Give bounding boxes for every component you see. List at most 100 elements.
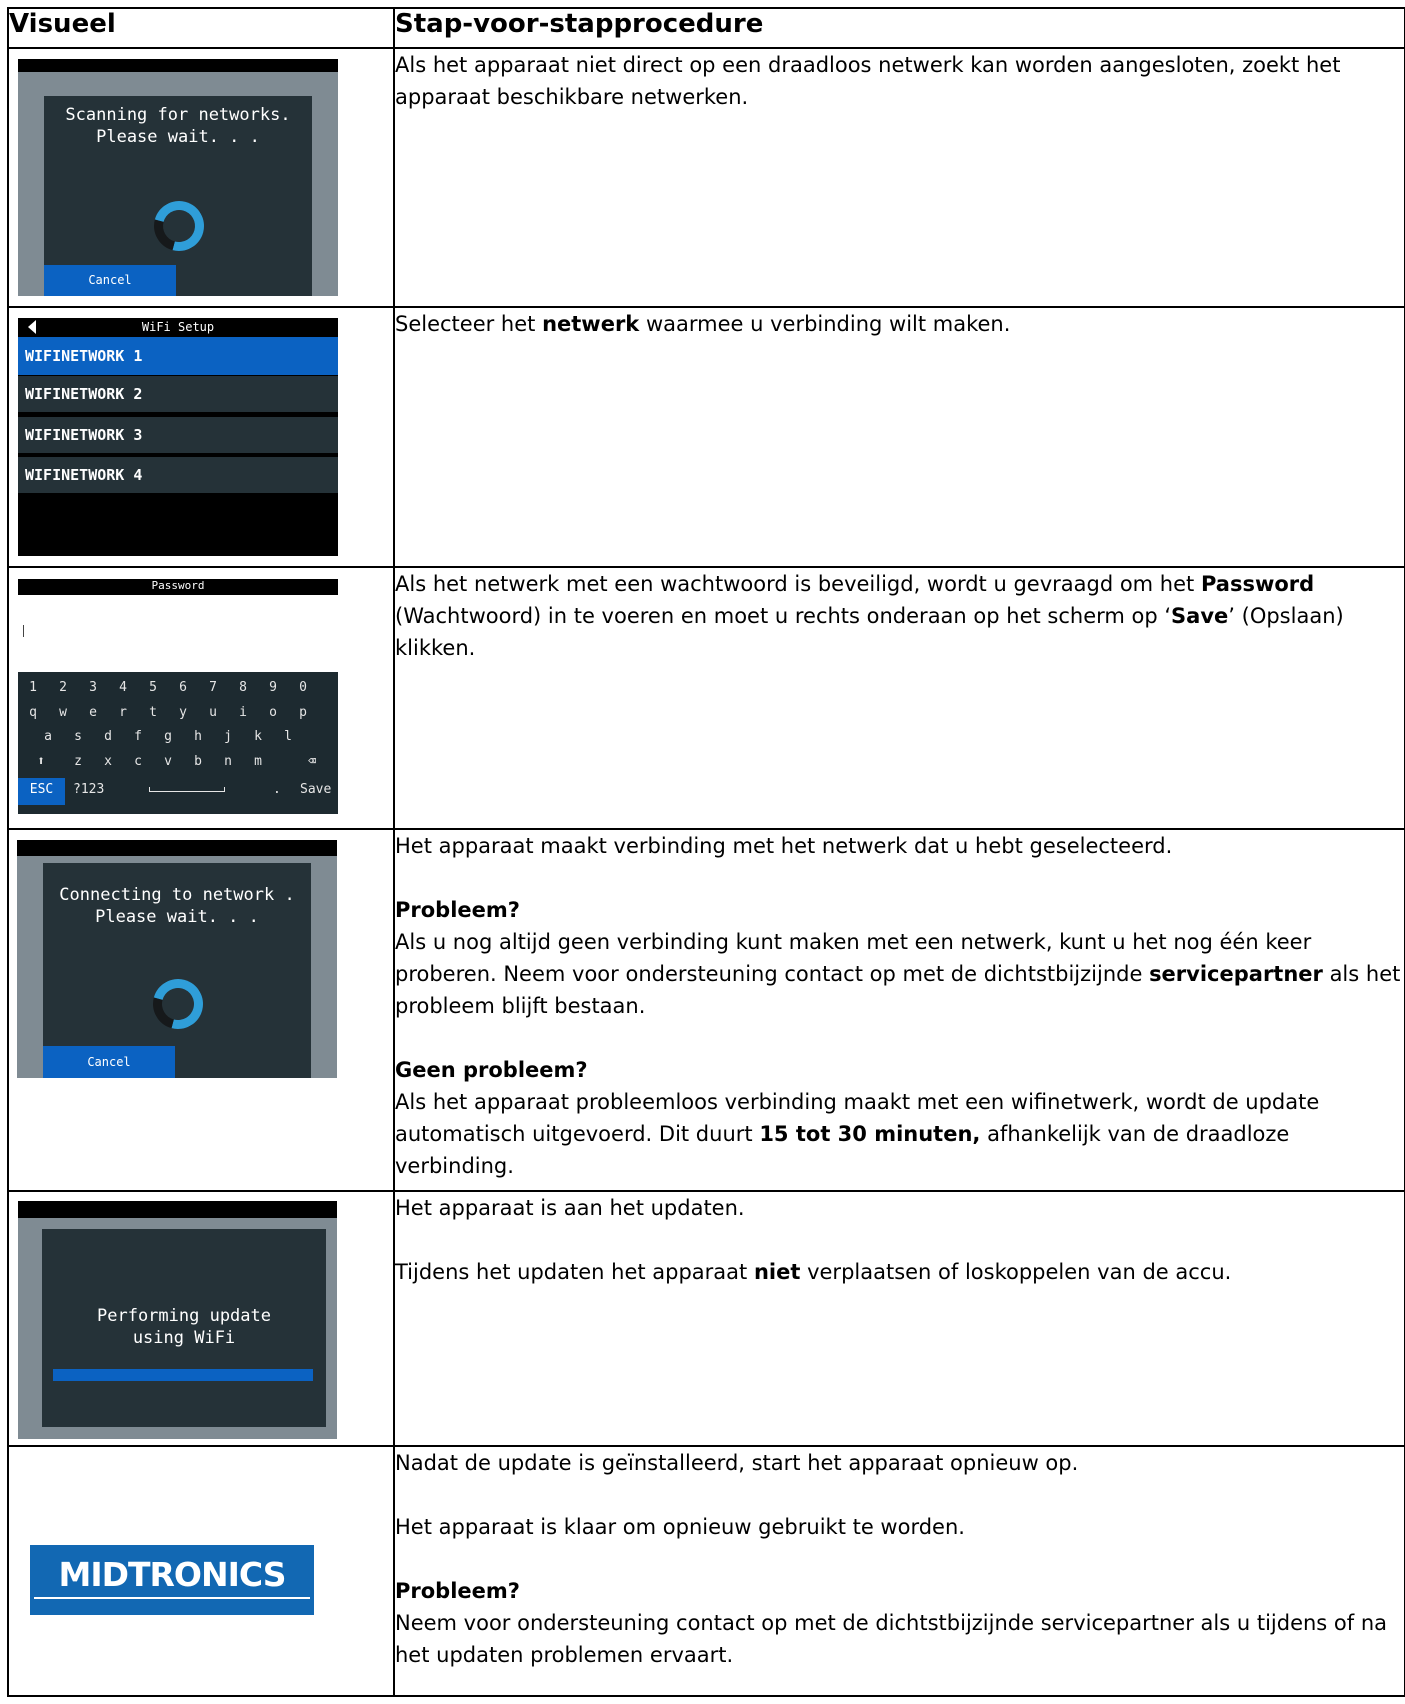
step-text: Het apparaat is aan het updaten. bbox=[395, 1196, 745, 1220]
key-8[interactable]: 8 bbox=[228, 677, 258, 699]
key-6[interactable]: 6 bbox=[168, 677, 198, 699]
text-part: waarmee u verbinding wilt maken. bbox=[639, 312, 1011, 336]
problem-block: Probleem? Neem voor ondersteuning contact… bbox=[395, 1575, 1404, 1671]
table-row: Password 1234567890 qwertyuiop asdfghjkl… bbox=[7, 566, 1405, 830]
connecting-screen: Connecting to network . Please wait. . .… bbox=[17, 840, 337, 1078]
update-progress-bar bbox=[53, 1369, 313, 1381]
key-k[interactable]: k bbox=[243, 726, 273, 748]
key-9[interactable]: 9 bbox=[258, 677, 288, 699]
key-x[interactable]: x bbox=[93, 751, 123, 773]
key-e[interactable]: e bbox=[78, 702, 108, 724]
key-d[interactable]: d bbox=[93, 726, 123, 748]
network-item[interactable]: WIFINETWORK 2 bbox=[18, 376, 338, 412]
space-key[interactable] bbox=[149, 787, 225, 792]
dot-key[interactable]: . bbox=[273, 778, 281, 802]
midtronics-logo: MIDTRONICS bbox=[30, 1545, 314, 1615]
problem-heading: Probleem? bbox=[395, 898, 520, 922]
key-h[interactable]: h bbox=[183, 726, 213, 748]
key-g[interactable]: g bbox=[153, 726, 183, 748]
wifi-setup-title: WiFi Setup bbox=[141, 320, 215, 334]
key-c[interactable]: c bbox=[123, 751, 153, 773]
scanning-message-line2: Please wait. . . bbox=[96, 127, 260, 147]
esc-key[interactable]: ESC bbox=[18, 778, 65, 805]
connecting-message-line1: Connecting to network . bbox=[59, 885, 295, 905]
shift-arrow-icon[interactable]: ⬆ bbox=[26, 751, 56, 773]
key-1[interactable]: 1 bbox=[18, 677, 48, 699]
key-p[interactable]: p bbox=[288, 702, 318, 724]
text-bold: 15 tot 30 minuten, bbox=[759, 1122, 981, 1146]
updating-message-line1: Performing update bbox=[97, 1306, 271, 1326]
symbols-key[interactable]: ?123 bbox=[73, 778, 104, 802]
key-o[interactable]: o bbox=[258, 702, 288, 724]
key-q[interactable]: q bbox=[18, 702, 48, 724]
keyboard-row-2: asdfghjkl bbox=[18, 726, 338, 748]
key-t[interactable]: t bbox=[138, 702, 168, 724]
updating-dialog: Performing update using WiFi bbox=[42, 1229, 326, 1427]
backspace-icon[interactable]: ⌫ bbox=[297, 751, 327, 773]
text-bold: niet bbox=[753, 1260, 801, 1284]
save-button[interactable]: Save bbox=[300, 778, 331, 802]
network-item[interactable]: WIFINETWORK 1 bbox=[18, 337, 338, 375]
logo-text: MIDTRONICS bbox=[58, 1555, 287, 1594]
key-3[interactable]: 3 bbox=[78, 677, 108, 699]
on-screen-keyboard: 1234567890 qwertyuiop asdfghjkl zxcvbnm … bbox=[18, 672, 338, 814]
key-0[interactable]: 0 bbox=[288, 677, 318, 699]
key-i[interactable]: i bbox=[228, 702, 258, 724]
text-bold: netwerk bbox=[542, 312, 640, 336]
key-z[interactable]: z bbox=[63, 751, 93, 773]
procedure-cell: Selecteer het netwerk waarmee u verbindi… bbox=[393, 306, 1405, 568]
visual-cell: WiFi Setup WIFINETWORK 1 WIFINETWORK 2 W… bbox=[7, 306, 395, 568]
keyboard-row-3: zxcvbnm bbox=[18, 751, 338, 773]
cancel-button[interactable]: Cancel bbox=[44, 265, 176, 296]
step-text: Nadat de update is geïnstalleerd, start … bbox=[395, 1451, 1079, 1475]
procedure-table: Visueel Stap-voor-stapprocedure Scanning… bbox=[7, 7, 1405, 1697]
visual-cell: Password 1234567890 qwertyuiop asdfghjkl… bbox=[7, 566, 395, 830]
key-l[interactable]: l bbox=[273, 726, 303, 748]
updating-screen: Performing update using WiFi bbox=[18, 1201, 337, 1439]
procedure-cell: Als het apparaat niet direct op een draa… bbox=[393, 47, 1405, 308]
password-title: Password bbox=[18, 579, 338, 595]
key-m[interactable]: m bbox=[243, 751, 273, 773]
keyboard-row-numbers: 1234567890 bbox=[18, 677, 338, 699]
screen-top-bar bbox=[17, 840, 337, 856]
text-part: Tijdens het updaten het apparaat bbox=[395, 1260, 754, 1284]
step-text: Het apparaat is klaar om opnieuw gebruik… bbox=[395, 1515, 965, 1539]
visual-cell: Performing update using WiFi bbox=[7, 1190, 395, 1447]
key-u[interactable]: u bbox=[198, 702, 228, 724]
key-2[interactable]: 2 bbox=[48, 677, 78, 699]
key-s[interactable]: s bbox=[63, 726, 93, 748]
key-n[interactable]: n bbox=[213, 751, 243, 773]
cancel-button[interactable]: Cancel bbox=[43, 1046, 175, 1078]
visual-cell: MIDTRONICS bbox=[7, 1445, 395, 1697]
key-7[interactable]: 7 bbox=[198, 677, 228, 699]
key-v[interactable]: v bbox=[153, 751, 183, 773]
visual-cell: Connecting to network . Please wait. . .… bbox=[7, 828, 395, 1192]
step-text: Als het netwerk met een wachtwoord is be… bbox=[395, 568, 1404, 664]
key-5[interactable]: 5 bbox=[138, 677, 168, 699]
screen-top-bar bbox=[18, 59, 338, 72]
key-w[interactable]: w bbox=[48, 702, 78, 724]
back-arrow-icon[interactable] bbox=[28, 320, 36, 334]
connecting-message-line2: Please wait. . . bbox=[95, 907, 259, 927]
logo-underline bbox=[34, 1597, 310, 1599]
network-item[interactable]: WIFINETWORK 3 bbox=[18, 417, 338, 453]
no-problem-block: Geen probleem? Als het apparaat probleeml… bbox=[395, 1054, 1404, 1182]
key-r[interactable]: r bbox=[108, 702, 138, 724]
problem-block: Probleem? Als u nog altijd geen verbindin… bbox=[395, 894, 1404, 1022]
key-b[interactable]: b bbox=[183, 751, 213, 773]
problem-heading: Probleem? bbox=[395, 1579, 520, 1603]
key-4[interactable]: 4 bbox=[108, 677, 138, 699]
step-text: Selecteer het netwerk waarmee u verbindi… bbox=[395, 308, 1404, 340]
screen-top-bar bbox=[18, 1201, 337, 1218]
key-y[interactable]: y bbox=[168, 702, 198, 724]
procedure-cell: Het apparaat is aan het updaten. Tijdens… bbox=[393, 1190, 1405, 1447]
text-bold: Save bbox=[1171, 604, 1229, 628]
key-j[interactable]: j bbox=[213, 726, 243, 748]
loading-spinner-icon bbox=[143, 969, 213, 1039]
visual-cell: Scanning for networks. Please wait. . . … bbox=[7, 47, 395, 308]
table-row: MIDTRONICS Nadat de update is geïnstalle… bbox=[7, 1445, 1405, 1697]
procedure-cell: Als het netwerk met een wachtwoord is be… bbox=[393, 566, 1405, 830]
network-item[interactable]: WIFINETWORK 4 bbox=[18, 457, 338, 493]
key-a[interactable]: a bbox=[33, 726, 63, 748]
key-f[interactable]: f bbox=[123, 726, 153, 748]
